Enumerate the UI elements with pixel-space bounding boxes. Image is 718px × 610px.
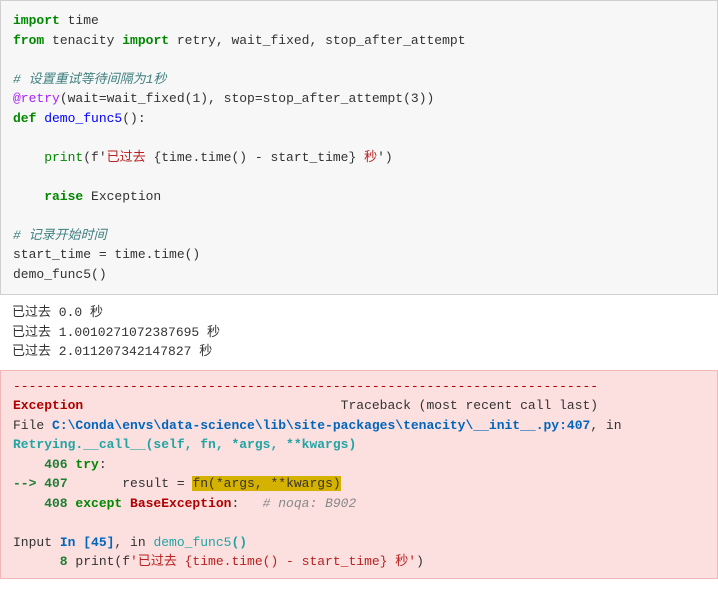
error-text: , in <box>114 535 153 550</box>
keyword-from: from <box>13 33 44 48</box>
output-cell: 已过去 0.0 秒 已过去 1.0010271072387695 秒 已过去 2… <box>0 295 718 370</box>
error-base-exception: BaseException <box>122 496 231 511</box>
builtin-print: print <box>13 150 83 165</box>
code-number: 3 <box>411 91 419 106</box>
decorator: @retry <box>13 91 60 106</box>
error-lineno: 8 <box>13 554 68 569</box>
error-text: : <box>99 457 107 472</box>
builtin-print: print <box>68 554 115 569</box>
code-text: )) <box>419 91 435 106</box>
code-text: ') <box>377 150 393 165</box>
error-text: (f <box>114 554 130 569</box>
keyword-import: import <box>13 13 60 28</box>
keyword-raise: raise <box>13 189 83 204</box>
code-comment: # 记录开始时间 <box>13 228 107 243</box>
output-line: 已过去 2.011207342147827 秒 <box>12 344 212 359</box>
error-lineno: 408 <box>13 496 68 511</box>
error-separator: ----------------------------------------… <box>13 379 598 394</box>
code-text: tenacity <box>44 33 122 48</box>
function-name: demo_func5 <box>36 111 122 126</box>
error-function: demo_func5 <box>153 535 231 550</box>
output-line: 已过去 0.0 秒 <box>12 305 103 320</box>
error-text: ) <box>416 554 424 569</box>
code-cell: import time from tenacity import retry, … <box>0 0 718 295</box>
code-expr: {time.time() - start_time} <box>153 150 356 165</box>
code-text: (wait=wait_fixed( <box>60 91 193 106</box>
error-lineno: 406 <box>13 457 68 472</box>
code-text: demo_func5() <box>13 267 107 282</box>
code-text: (): <box>122 111 145 126</box>
error-string: '已过去 {time.time() - start_time} 秒' <box>130 554 416 569</box>
error-lineno: 407 <box>44 476 67 491</box>
error-traceback-label: Traceback (most recent call last) <box>83 398 598 413</box>
code-comment: # 设置重试等待间隔为1秒 <box>13 72 166 87</box>
error-arrow: --> <box>13 476 44 491</box>
keyword-except: except <box>68 496 123 511</box>
output-line: 已过去 1.0010271072387695 秒 <box>12 325 220 340</box>
code-text: (f' <box>83 150 106 165</box>
code-text: ), stop=stop_after_attempt( <box>200 91 411 106</box>
keyword-def: def <box>13 111 36 126</box>
keyword-import: import <box>122 33 169 48</box>
error-file-path: C:\Conda\envs\data-science\lib\site-pack… <box>52 418 590 433</box>
error-text: result = <box>68 476 193 491</box>
error-comment: # noqa: B902 <box>239 496 356 511</box>
error-input-prefix: Input <box>13 535 60 550</box>
error-args: () <box>231 535 247 550</box>
error-function: Retrying.__call__ <box>13 437 146 452</box>
error-highlight: fn(*args, **kwargs) <box>192 476 340 491</box>
error-args: (self, fn, *args, **kwargs) <box>146 437 357 452</box>
code-text: time <box>60 13 99 28</box>
code-text: retry, wait_fixed, stop_after_attempt <box>169 33 465 48</box>
error-cell: ----------------------------------------… <box>0 370 718 579</box>
error-file-prefix: File <box>13 418 52 433</box>
code-text: start_time = time.time() <box>13 247 200 262</box>
code-text: Exception <box>83 189 161 204</box>
code-string: 已过去 <box>107 150 154 165</box>
error-exception-name: Exception <box>13 398 83 413</box>
code-string: 秒 <box>356 150 377 165</box>
error-input-ref: In [45] <box>60 535 115 550</box>
error-text: , in <box>590 418 629 433</box>
keyword-try: try <box>68 457 99 472</box>
